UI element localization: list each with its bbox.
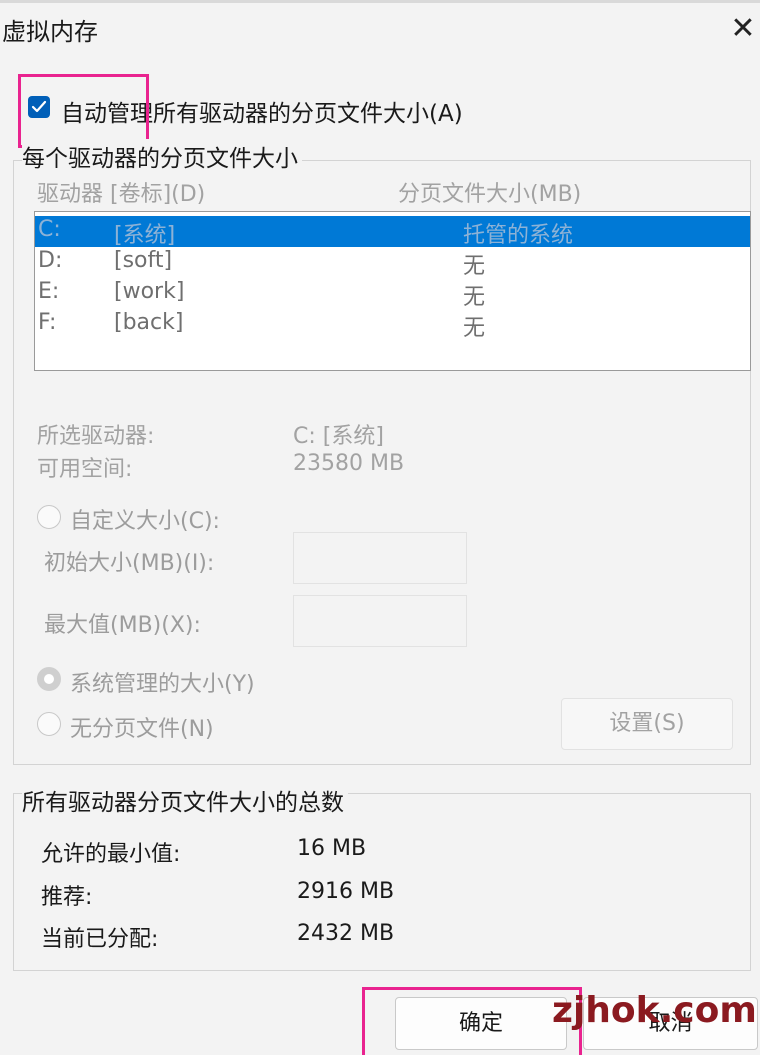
recommended-value: 2916 MB — [297, 879, 395, 904]
drive-label: [back] — [114, 310, 184, 335]
recommended-label: 推荐: — [41, 885, 93, 910]
initial-size-input[interactable] — [293, 532, 467, 584]
highlight-box-ok — [362, 987, 582, 1055]
custom-size-label[interactable]: 自定义大小(C): — [70, 503, 220, 535]
window-title: 虚拟内存 — [2, 18, 98, 46]
highlight-box-checkbox — [18, 74, 149, 148]
drive-letter: C: — [38, 217, 61, 242]
per-drive-group-title: 每个驱动器的分页文件大小 — [22, 139, 302, 173]
drive-letter: F: — [38, 310, 57, 335]
no-paging-file-radio[interactable] — [37, 712, 61, 736]
drive-size: 托管的系统 — [463, 223, 574, 248]
allocated-label: 当前已分配: — [41, 927, 159, 952]
title-bar-strip — [0, 0, 760, 3]
min-allowed-label: 允许的最小值: — [41, 842, 181, 867]
drive-list[interactable]: C: [系统] 托管的系统 D: [soft] 无 E: [work] 无 F:… — [34, 211, 751, 371]
system-managed-label[interactable]: 系统管理的大小(Y) — [70, 666, 255, 698]
system-managed-radio[interactable] — [37, 667, 61, 691]
selected-drive-label: 所选驱动器: — [37, 424, 155, 449]
close-icon[interactable]: ✕ — [724, 12, 760, 50]
drive-row-f[interactable]: F: [back] 无 — [35, 309, 750, 341]
totals-group-title: 所有驱动器分页文件大小的总数 — [22, 783, 348, 817]
max-size-input[interactable] — [293, 595, 467, 647]
drive-label: [soft] — [114, 248, 173, 273]
drive-row-d[interactable]: D: [soft] 无 — [35, 247, 750, 279]
drive-row-e[interactable]: E: [work] 无 — [35, 278, 750, 310]
initial-size-label: 初始大小(MB)(I): — [44, 551, 215, 576]
drive-row-c[interactable]: C: [系统] 托管的系统 — [35, 216, 750, 248]
drive-size: 无 — [463, 285, 486, 310]
min-allowed-value: 16 MB — [297, 836, 367, 861]
no-paging-file-label[interactable]: 无分页文件(N) — [70, 711, 214, 743]
drive-label: [系统] — [114, 223, 176, 248]
free-space-label: 可用空间: — [37, 457, 133, 482]
free-space-value: 23580 MB — [293, 451, 405, 476]
column-header-size: 分页文件大小(MB) — [398, 182, 582, 207]
allocated-value: 2432 MB — [297, 921, 395, 946]
watermark-text: zjhok.com — [552, 990, 757, 1031]
max-size-label: 最大值(MB)(X): — [44, 613, 201, 638]
drive-label: [work] — [114, 279, 185, 304]
drive-letter: D: — [38, 248, 63, 273]
drive-size: 无 — [463, 316, 486, 341]
set-button[interactable]: 设置(S) — [561, 698, 733, 750]
drive-letter: E: — [38, 279, 60, 304]
drive-size: 无 — [463, 254, 486, 279]
column-header-drive: 驱动器 [卷标](D) — [37, 182, 206, 207]
selected-drive-value: C: [系统] — [293, 424, 384, 449]
custom-size-radio[interactable] — [37, 505, 61, 529]
